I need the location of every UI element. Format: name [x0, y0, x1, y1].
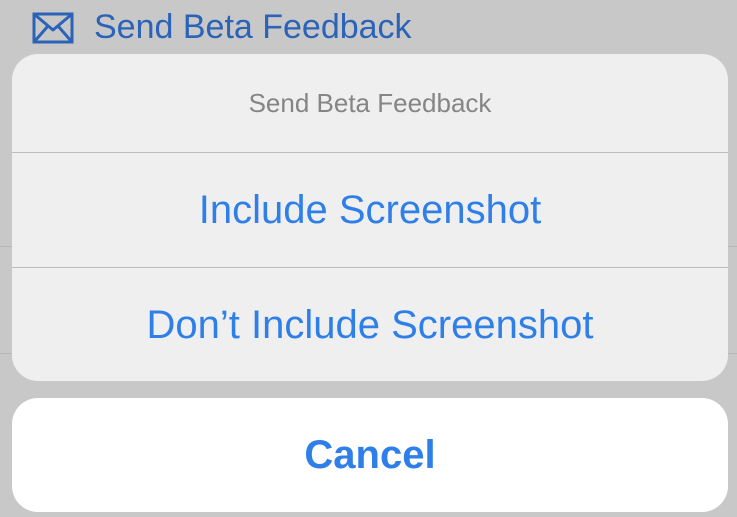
- action-sheet-title: Send Beta Feedback: [248, 87, 492, 118]
- envelope-icon: [32, 12, 74, 44]
- background-menu-label: Send Beta Feedback: [94, 8, 412, 46]
- cancel-button[interactable]: Cancel: [12, 398, 728, 512]
- background-divider: [0, 353, 12, 354]
- background-divider: [0, 246, 12, 247]
- include-screenshot-button[interactable]: Include Screenshot: [12, 153, 728, 267]
- screen: Send Beta Feedback Send Beta Feedback In…: [0, 0, 737, 517]
- background-divider: [727, 246, 737, 247]
- dont-include-screenshot-button[interactable]: Don’t Include Screenshot: [12, 268, 728, 381]
- background-divider: [727, 353, 737, 354]
- background-menu-item: Send Beta Feedback: [0, 0, 737, 56]
- action-sheet: Send Beta Feedback Include Screenshot Do…: [12, 54, 728, 381]
